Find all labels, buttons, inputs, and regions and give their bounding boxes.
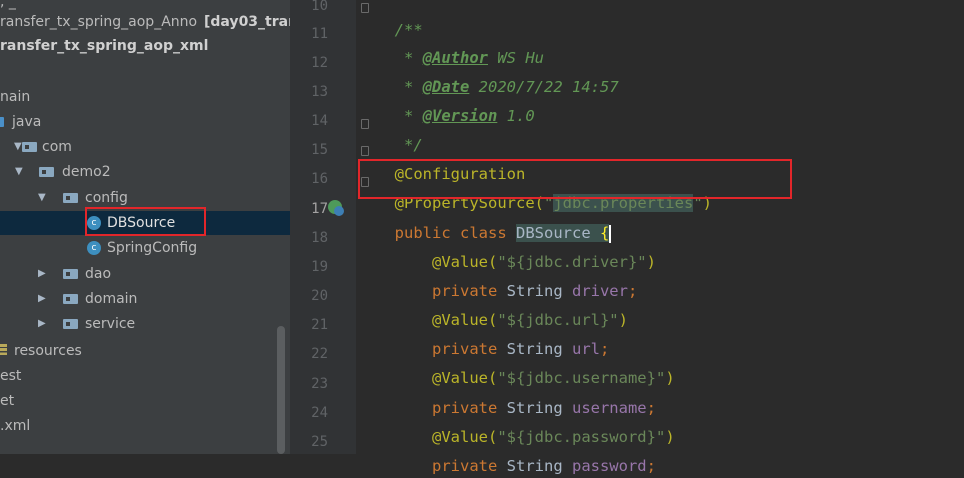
- line-number: 23: [311, 376, 328, 392]
- line-number: 18: [311, 230, 328, 246]
- spring-bean-gutter-icon[interactable]: [326, 198, 346, 218]
- fold-marker-icon[interactable]: [361, 119, 369, 129]
- field-name: password: [571, 457, 647, 475]
- annotation-text: ): [665, 428, 675, 446]
- code-line[interactable]: @Value("${jdbc.username}"): [376, 342, 675, 387]
- highlight-box-dbsource: [85, 207, 206, 236]
- resources-folder-icon: [0, 344, 7, 358]
- code-line[interactable]: * @Date 2020/7/22 14:57: [376, 51, 619, 96]
- chevron-right-icon[interactable]: ▶: [38, 312, 48, 336]
- class-icon: c: [87, 241, 101, 255]
- semicolon: ;: [627, 282, 638, 300]
- line-number: 21: [311, 317, 328, 333]
- chevron-down-icon[interactable]: ▼: [38, 186, 48, 210]
- comment-text: 1.0: [497, 107, 535, 125]
- package-icon: [63, 269, 78, 279]
- chevron-right-icon[interactable]: ▶: [38, 287, 48, 311]
- tree-item-label: ransfer_tx_spring_aop_xml: [0, 38, 209, 54]
- line-number: 16: [311, 171, 328, 187]
- line-number: 20: [311, 288, 328, 304]
- line-number: 10: [311, 0, 328, 14]
- tree-item-label: est: [0, 368, 22, 384]
- line-number: 25: [311, 434, 328, 450]
- line-number: 24: [311, 405, 328, 421]
- fold-marker-icon[interactable]: [361, 146, 369, 156]
- code-line[interactable]: @Value("${jdbc.url}"): [376, 284, 628, 329]
- line-number: 14: [311, 113, 328, 129]
- keyword-text: private: [394, 457, 507, 475]
- annotation-text: ): [665, 369, 675, 387]
- package-icon: [39, 167, 54, 177]
- tree-item-label: nain: [0, 89, 31, 105]
- code-line[interactable]: * @Author WS Hu: [376, 22, 544, 67]
- tree-scrollbar[interactable]: [277, 326, 285, 454]
- tree-item-label: dao: [85, 266, 112, 282]
- annotation-text: ): [646, 253, 656, 271]
- tree-item-label: et: [0, 393, 15, 409]
- line-number: 13: [311, 84, 328, 100]
- chevron-right-icon[interactable]: ▶: [38, 262, 48, 286]
- package-icon: [63, 294, 78, 304]
- tree-item-label: .xml: [0, 418, 31, 434]
- fold-marker-icon[interactable]: [361, 3, 369, 13]
- type-name: String: [506, 457, 572, 475]
- code-line[interactable]: */: [376, 109, 423, 154]
- tree-item-label: service: [85, 316, 136, 332]
- code-line[interactable]: private String url;: [376, 313, 609, 358]
- tree-item-label: domain: [85, 291, 138, 307]
- code-line[interactable]: @Value("${jdbc.password}"): [376, 401, 675, 446]
- java-folder-icon: [0, 117, 4, 127]
- chevron-down-icon[interactable]: ▼: [15, 160, 25, 184]
- tree-item-label: java: [12, 114, 42, 130]
- code-line[interactable]: public class DBSource {: [376, 197, 612, 243]
- tree-item-label: resources: [14, 343, 82, 359]
- package-icon: [63, 319, 78, 329]
- tree-item-label: ransfer_tx_spring_aop_Anno: [0, 14, 198, 30]
- highlight-box-propertysource: [358, 159, 792, 199]
- code-line[interactable]: private String password;: [376, 430, 656, 475]
- package-icon: [63, 193, 78, 203]
- tree-item-label: SpringConfig: [107, 240, 198, 256]
- line-number: 19: [311, 259, 328, 275]
- code-line[interactable]: @Value("${jdbc.driver}"): [376, 226, 656, 271]
- javadoc-tag: @Version: [422, 107, 498, 125]
- semicolon: ;: [646, 457, 656, 475]
- line-number: 11: [311, 26, 328, 42]
- code-line[interactable]: private String driver;: [376, 255, 637, 300]
- tree-item-label: demo2: [62, 164, 111, 180]
- package-icon: [22, 142, 37, 152]
- code-line[interactable]: private String username;: [376, 372, 656, 417]
- annotation-text: ): [618, 311, 628, 329]
- tree-item-module-suffix: [day03_trans: [204, 14, 290, 30]
- line-number: 22: [311, 346, 328, 362]
- line-number-current: 17: [311, 201, 328, 217]
- line-number: 12: [311, 55, 328, 71]
- project-tree-panel: , _ ransfer_tx_spring_aop_Anno [day03_tr…: [0, 0, 290, 454]
- tree-item-label: com: [42, 139, 72, 155]
- line-number: 15: [311, 142, 328, 158]
- code-line[interactable]: * @Version 1.0: [376, 80, 535, 125]
- code-line[interactable]: /**: [376, 0, 423, 39]
